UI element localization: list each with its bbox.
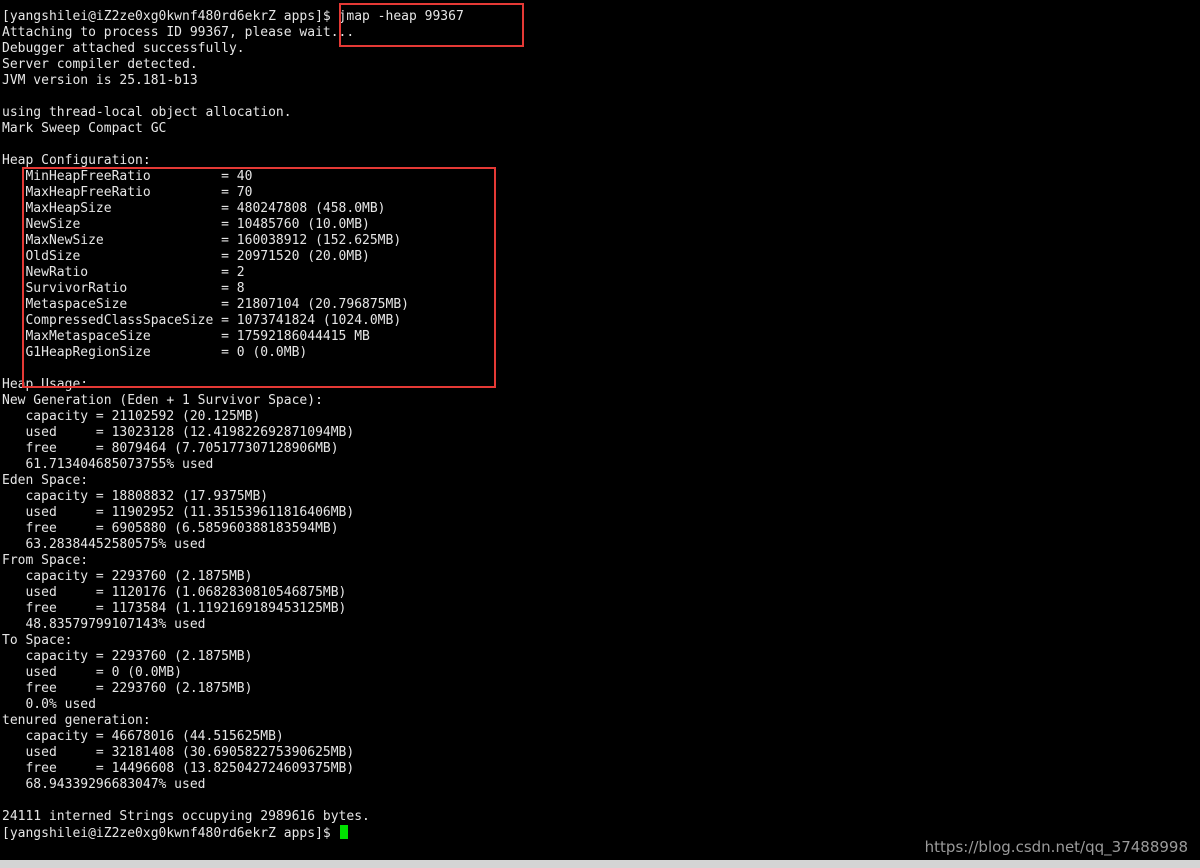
output-line: Debugger attached successfully. bbox=[2, 41, 245, 56]
output-line: G1HeapRegionSize = 0 (0.0MB) bbox=[2, 345, 308, 360]
output-line: MinHeapFreeRatio = 40 bbox=[2, 169, 253, 184]
output-line: using thread-local object allocation. bbox=[2, 105, 292, 120]
output-line: Eden Space: bbox=[2, 473, 89, 488]
output-line: free = 8079464 (7.705177307128906MB) bbox=[2, 441, 339, 456]
output-line: used = 0 (0.0MB) bbox=[2, 665, 183, 680]
output-line: capacity = 18808832 (17.9375MB) bbox=[2, 489, 269, 504]
output-line: Heap Usage: bbox=[2, 377, 89, 392]
output-line: MaxHeapSize = 480247808 (458.0MB) bbox=[2, 201, 386, 216]
output-line: NewSize = 10485760 (10.0MB) bbox=[2, 217, 370, 232]
output-line: Mark Sweep Compact GC bbox=[2, 121, 167, 136]
output-line: capacity = 46678016 (44.515625MB) bbox=[2, 729, 284, 744]
prompt-line: [yangshilei@iZ2ze0xg0kwnf480rd6ekrZ apps… bbox=[2, 825, 348, 841]
output-line: 48.83579799107143% used bbox=[2, 617, 206, 632]
watermark-text: https://blog.csdn.net/qq_37488998 bbox=[924, 838, 1188, 856]
output-line: MaxMetaspaceSize = 17592186044415 MB bbox=[2, 329, 370, 344]
output-line: Heap Configuration: bbox=[2, 153, 151, 168]
output-line: CompressedClassSpaceSize = 1073741824 (1… bbox=[2, 313, 402, 328]
command-line: [yangshilei@iZ2ze0xg0kwnf480rd6ekrZ apps… bbox=[2, 9, 464, 24]
terminal-window[interactable]: [yangshilei@iZ2ze0xg0kwnf480rd6ekrZ apps… bbox=[0, 0, 1200, 862]
output-line: To Space: bbox=[2, 633, 73, 648]
output-line: used = 1120176 (1.0682830810546875MB) bbox=[2, 585, 347, 600]
output-line: used = 11902952 (11.351539611816406MB) bbox=[2, 505, 355, 520]
output-line: 24111 interned Strings occupying 2989616… bbox=[2, 809, 370, 824]
output-line: NewRatio = 2 bbox=[2, 265, 245, 280]
output-line: MaxNewSize = 160038912 (152.625MB) bbox=[2, 233, 402, 248]
output-line: SurvivorRatio = 8 bbox=[2, 281, 245, 296]
output-line: used = 13023128 (12.419822692871094MB) bbox=[2, 425, 355, 440]
output-line: MetaspaceSize = 21807104 (20.796875MB) bbox=[2, 297, 409, 312]
output-line: capacity = 21102592 (20.125MB) bbox=[2, 409, 261, 424]
output-line: 61.713404685073755% used bbox=[2, 457, 214, 472]
output-line: capacity = 2293760 (2.1875MB) bbox=[2, 649, 253, 664]
output-line: MaxHeapFreeRatio = 70 bbox=[2, 185, 253, 200]
window-bottom-border bbox=[0, 860, 1200, 868]
output-line: capacity = 2293760 (2.1875MB) bbox=[2, 569, 253, 584]
output-line: 0.0% used bbox=[2, 697, 96, 712]
output-line: tenured generation: bbox=[2, 713, 151, 728]
output-line: JVM version is 25.181-b13 bbox=[2, 73, 198, 88]
output-line: From Space: bbox=[2, 553, 89, 568]
output-line: free = 6905880 (6.585960388183594MB) bbox=[2, 521, 339, 536]
output-line: free = 2293760 (2.1875MB) bbox=[2, 681, 253, 696]
output-line: used = 32181408 (30.690582275390625MB) bbox=[2, 745, 355, 760]
output-line: free = 1173584 (1.1192169189453125MB) bbox=[2, 601, 347, 616]
output-line: Server compiler detected. bbox=[2, 57, 198, 72]
output-line: Attaching to process ID 99367, please wa… bbox=[2, 25, 355, 40]
output-line: 63.28384452580575% used bbox=[2, 537, 206, 552]
output-line: OldSize = 20971520 (20.0MB) bbox=[2, 249, 370, 264]
terminal-cursor bbox=[339, 825, 348, 839]
output-line: free = 14496608 (13.825042724609375MB) bbox=[2, 761, 355, 776]
output-line: New Generation (Eden + 1 Survivor Space)… bbox=[2, 393, 323, 408]
output-line: 68.94339296683047% used bbox=[2, 777, 206, 792]
